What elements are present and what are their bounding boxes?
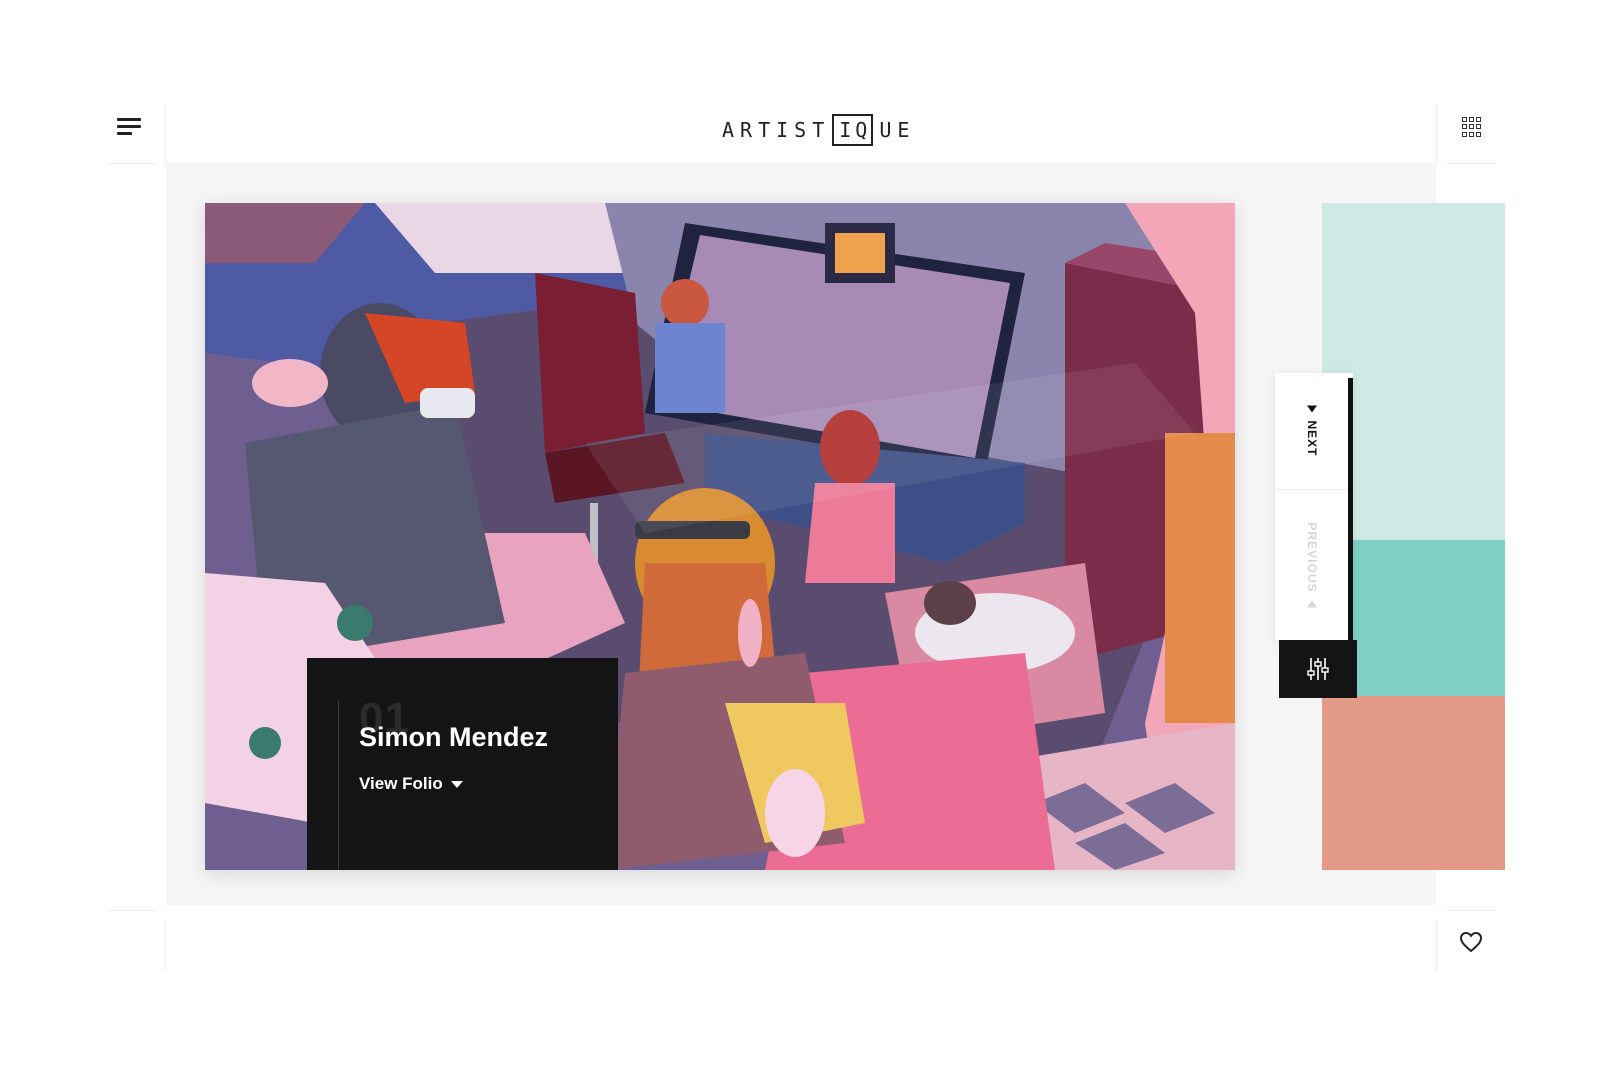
caption-rule bbox=[338, 700, 339, 870]
grid-cell bbox=[1462, 117, 1467, 122]
divider bbox=[107, 163, 157, 164]
grid-cell bbox=[1469, 124, 1474, 130]
preview-block bbox=[1322, 696, 1505, 870]
grid-cell bbox=[1476, 124, 1481, 130]
next-label: NEXT bbox=[1304, 420, 1319, 457]
previous-button[interactable]: PREVIOUS bbox=[1275, 490, 1348, 640]
logo-text-boxed: IQ bbox=[832, 114, 874, 146]
site-logo[interactable]: ARTIST IQ UE bbox=[722, 114, 915, 146]
view-folio-button[interactable]: View Folio bbox=[359, 774, 463, 794]
divider bbox=[1436, 104, 1437, 164]
divider bbox=[1446, 910, 1496, 911]
divider bbox=[165, 920, 166, 972]
divider bbox=[165, 104, 166, 164]
artist-name[interactable]: Simon Mendez bbox=[359, 722, 548, 753]
sliders-filter-icon bbox=[1307, 658, 1329, 680]
view-folio-label: View Folio bbox=[359, 774, 443, 793]
arrow-right-icon bbox=[1306, 405, 1317, 413]
logo-text-left: ARTIST bbox=[722, 118, 831, 142]
arrow-left-icon bbox=[1306, 600, 1317, 608]
grid-cell bbox=[1476, 131, 1481, 137]
next-button[interactable]: NEXT bbox=[1275, 373, 1348, 489]
grid-cell bbox=[1469, 131, 1474, 137]
artist-caption-card: 01 Simon Mendez View Folio bbox=[307, 658, 618, 870]
hamburger-menu-icon[interactable] bbox=[117, 118, 143, 140]
grid-cell bbox=[1476, 117, 1481, 122]
grid-cell bbox=[1469, 117, 1474, 122]
page: ARTIST IQ UE 01 Simon Mendez View Folio … bbox=[0, 0, 1600, 1068]
menu-line bbox=[117, 132, 132, 135]
divider bbox=[1446, 163, 1496, 164]
nav-edge bbox=[1348, 378, 1353, 640]
divider bbox=[107, 910, 157, 911]
caret-down-icon bbox=[450, 780, 463, 788]
previous-label: PREVIOUS bbox=[1304, 522, 1319, 593]
menu-line bbox=[117, 125, 141, 128]
logo-text-right: UE bbox=[879, 118, 916, 142]
favorite-button[interactable] bbox=[1459, 931, 1483, 953]
grid-view-icon[interactable] bbox=[1462, 117, 1482, 137]
filter-button[interactable] bbox=[1279, 640, 1357, 698]
grid-cell bbox=[1462, 124, 1467, 130]
menu-line bbox=[117, 118, 141, 121]
heart-icon bbox=[1460, 932, 1482, 952]
divider bbox=[1436, 920, 1437, 972]
slide-navigation: NEXT PREVIOUS bbox=[1275, 373, 1353, 640]
grid-cell bbox=[1462, 131, 1467, 137]
